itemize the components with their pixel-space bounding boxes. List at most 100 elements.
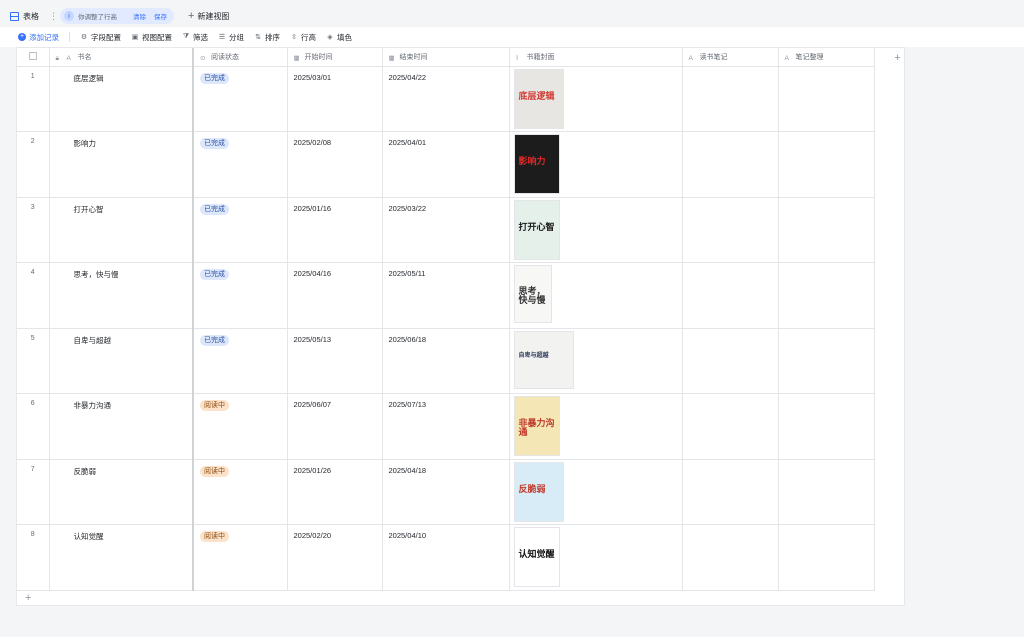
row-height-button[interactable]: ⇳ 行高 [290,32,316,43]
notes-cell[interactable] [682,328,779,394]
book-name-cell[interactable]: 思考，快与慢 [49,262,194,329]
row-index: 7 [17,459,50,525]
start-date-cell[interactable]: 2025/02/20 [287,524,383,591]
notes-cell[interactable] [682,459,779,525]
start-date-cell[interactable]: 2025/05/13 [287,328,383,394]
start-date-cell[interactable]: 2025/03/01 [287,66,383,132]
book-cover-image[interactable]: 反脆弱 [513,461,564,522]
notice-clear-button[interactable]: 清除 [133,11,146,21]
column-header-start[interactable]: ▦ 开始时间 [287,48,383,67]
more-dots-icon[interactable]: ⋮ [49,11,58,22]
status-cell[interactable]: 阅读中 [192,393,288,460]
view-config-button[interactable]: ▣ 视图配置 [131,32,172,43]
book-name-cell[interactable]: 影响力 [49,131,194,198]
status-badge: 已完成 [200,334,229,346]
new-view-button[interactable]: + 新建视图 [188,8,229,24]
start-date-cell[interactable]: 2025/02/08 [287,131,383,198]
cover-cell[interactable]: 认知觉醒 [509,524,683,591]
notes-cell[interactable] [682,393,779,460]
column-header-cover[interactable]: ⌇ 书籍封面 [509,48,683,67]
cover-cell[interactable]: 打开心智 [509,197,683,263]
book-name-cell[interactable]: 认知觉醒 [49,524,194,591]
end-date-cell[interactable]: 2025/04/18 [382,459,510,525]
book-cover-image[interactable]: 非暴力沟通 [513,396,560,456]
table-row[interactable]: 7 反脆弱 阅读中 2025/01/26 2025/04/18 反脆弱 [17,459,875,525]
book-name-cell[interactable]: 打开心智 [49,197,194,263]
add-row-button[interactable]: + [25,592,31,604]
add-column-button[interactable]: + [890,49,905,67]
start-date-cell[interactable]: 2025/01/26 [287,459,383,525]
status-cell[interactable]: 已完成 [192,328,288,394]
start-date-cell[interactable]: 2025/04/16 [287,262,383,329]
start-date-cell[interactable]: 2025/01/16 [287,197,383,263]
column-header-notes[interactable]: A 读书笔记 [682,48,779,67]
notes-cell[interactable] [682,131,779,198]
fill-color-button[interactable]: ◈ 填色 [326,32,352,43]
gear-icon: ⚙ [80,34,88,41]
row-height-icon: ⇳ [291,34,297,41]
end-date-cell[interactable]: 2025/07/13 [382,393,510,460]
table-row[interactable]: 2 影响力 已完成 2025/02/08 2025/04/01 影响力 [17,131,875,198]
column-header-summary[interactable]: A 笔记整理 [778,48,875,67]
book-cover-image[interactable]: 影响力 [513,134,560,194]
table-row[interactable]: 1 底层逻辑 已完成 2025/03/01 2025/04/22 底层逻辑 [17,66,875,132]
book-name-cell[interactable]: 自卑与超越 [49,328,194,394]
book-name-cell[interactable]: 非暴力沟通 [49,393,194,460]
cover-cell[interactable]: 底层逻辑 [509,66,683,132]
field-config-button[interactable]: ⚙ 字段配置 [80,32,121,43]
summary-cell[interactable] [778,524,875,591]
end-date-cell[interactable]: 2025/05/11 [382,262,510,329]
summary-cell[interactable] [778,262,875,329]
group-button[interactable]: ☰ 分组 [218,32,244,43]
status-cell[interactable]: 已完成 [192,66,288,132]
book-cover-image[interactable]: 底层逻辑 [513,68,564,129]
cover-cell[interactable]: 影响力 [509,131,683,198]
book-name-cell[interactable]: 底层逻辑 [49,66,194,132]
status-badge: 阅读中 [200,465,229,477]
notes-cell[interactable] [682,197,779,263]
table-row[interactable]: 5 自卑与超越 已完成 2025/05/13 2025/06/18 自卑与超越 [17,328,875,394]
notes-cell[interactable] [682,66,779,132]
notes-cell[interactable] [682,524,779,591]
start-date-cell[interactable]: 2025/06/07 [287,393,383,460]
summary-cell[interactable] [778,66,875,132]
status-cell[interactable]: 已完成 [192,197,288,263]
table-row[interactable]: 3 打开心智 已完成 2025/01/16 2025/03/22 打开心智 [17,197,875,263]
book-name-cell[interactable]: 反脆弱 [49,459,194,525]
column-header-status[interactable]: ⊙ 阅读状态 [192,48,288,67]
add-record-button[interactable]: + 添加记录 [18,32,59,43]
table-row[interactable]: 4 思考，快与慢 已完成 2025/04/16 2025/05/11 思考，快与慢 [17,262,875,329]
summary-cell[interactable] [778,328,875,394]
summary-cell[interactable] [778,131,875,198]
book-cover-image[interactable]: 思考，快与慢 [513,265,552,323]
select-all-checkbox[interactable] [28,52,37,60]
view-tab-table[interactable]: 表格 ⋮ [10,8,58,24]
filter-button[interactable]: ⧩ 筛选 [182,32,208,43]
sort-button[interactable]: ⇅ 排序 [254,32,280,43]
cover-cell[interactable]: 非暴力沟通 [509,393,683,460]
end-date-cell[interactable]: 2025/06/18 [382,328,510,394]
table-row[interactable]: 6 非暴力沟通 阅读中 2025/06/07 2025/07/13 非暴力沟通 [17,393,875,460]
notes-cell[interactable] [682,262,779,329]
cover-cell[interactable]: 自卑与超越 [509,328,683,394]
end-date-cell[interactable]: 2025/04/22 [382,66,510,132]
status-cell[interactable]: 阅读中 [192,524,288,591]
column-header-book-name[interactable]: 🔒︎ A 书名 [49,48,194,67]
book-cover-image[interactable]: 打开心智 [513,199,560,260]
status-cell[interactable]: 已完成 [192,131,288,198]
end-date-cell[interactable]: 2025/04/10 [382,524,510,591]
summary-cell[interactable] [778,197,875,263]
summary-cell[interactable] [778,393,875,460]
end-date-cell[interactable]: 2025/03/22 [382,197,510,263]
end-date-cell[interactable]: 2025/04/01 [382,131,510,198]
book-cover-image[interactable]: 认知觉醒 [513,527,560,587]
status-cell[interactable]: 阅读中 [192,459,288,525]
column-header-end[interactable]: ▦ 结束时间 [382,48,510,67]
cover-cell[interactable]: 思考，快与慢 [509,262,683,329]
status-cell[interactable]: 已完成 [192,262,288,329]
table-row[interactable]: 8 认知觉醒 阅读中 2025/02/20 2025/04/10 认知觉醒 [17,524,875,591]
notice-save-button[interactable]: 保存 [154,11,167,21]
book-cover-image[interactable]: 自卑与超越 [513,330,574,389]
cover-cell[interactable]: 反脆弱 [509,459,683,525]
summary-cell[interactable] [778,459,875,525]
